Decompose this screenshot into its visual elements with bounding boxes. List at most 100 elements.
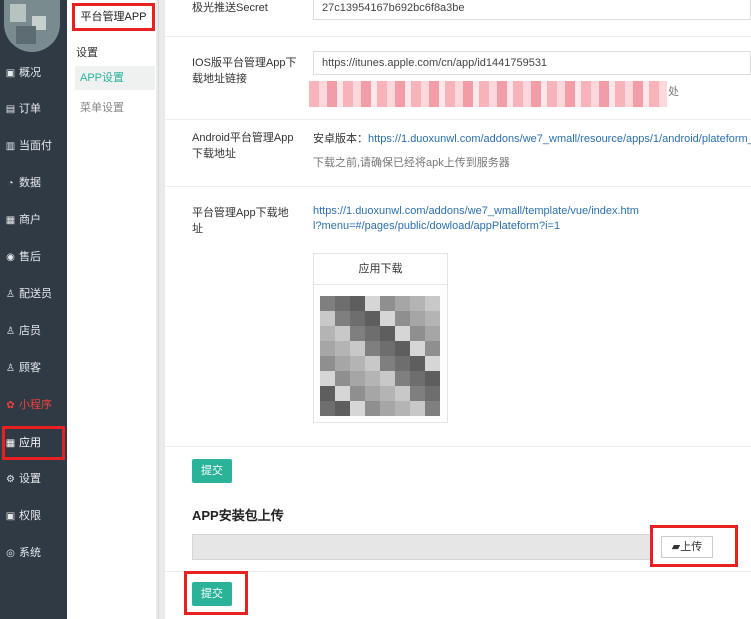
qr-cell [425, 386, 440, 401]
qr-cell [350, 371, 365, 386]
qr-cell [365, 386, 380, 401]
platform-download-link[interactable]: https://1.duoxunwl.com/addons/we7_wmall/… [313, 204, 643, 234]
sidebar-item-0[interactable]: ▣ 概况 [0, 61, 67, 85]
qr-cell [335, 371, 350, 386]
qr-cell [365, 311, 380, 326]
sidebar-item-11[interactable]: ⚙ 设置 [0, 467, 67, 491]
system-icon: ◎ [6, 548, 15, 559]
avatar[interactable] [4, 0, 60, 52]
qr-cell [395, 371, 410, 386]
qr-cell [335, 341, 350, 356]
qr-cell [350, 296, 365, 311]
qr-cell [395, 296, 410, 311]
qr-cell [410, 386, 425, 401]
qr-cell [425, 296, 440, 311]
sidebar-item-label: 当面付 [19, 140, 52, 152]
main-sidebar: ▣ 概况 ▤ 订单 ▥ 当面付 ◔ 数据 ▦ 商户 ◉ 售后 ♙ 配送员 ♙ 店员 ♙ 顾客 ✿ 小程序 ▦ 应用 ⚙ 设置 ▣… [0, 0, 67, 619]
form-row-secret: 极光推送Secret 27c13954167b692bc6f8a3be [165, 0, 751, 37]
sidebar-item-3[interactable]: ◔ 数据 [0, 171, 67, 195]
qr-cell [410, 311, 425, 326]
qr-cell [380, 356, 395, 371]
sidebar-item-8[interactable]: ♙ 顾客 [0, 356, 67, 380]
sidebar-item-label: 设置 [19, 473, 41, 485]
qr-cell [335, 296, 350, 311]
qr-cell [365, 401, 380, 416]
submenu-title[interactable]: 平台管理APP [72, 3, 155, 31]
qr-cell [350, 311, 365, 326]
qr-cell [335, 401, 350, 416]
qr-cell [395, 401, 410, 416]
sidebar-item-4[interactable]: ▦ 商户 [0, 208, 67, 232]
sidebar-item-label: 订单 [19, 103, 41, 115]
sidebar-item-12[interactable]: ▣ 权限 [0, 504, 67, 528]
form-row-android: Android平台管理App下载地址 安卓版本：https://1.duoxun… [165, 120, 751, 187]
sidebar-item-7[interactable]: ♙ 店员 [0, 319, 67, 343]
qr-cell [395, 386, 410, 401]
sidebar-item-1[interactable]: ▤ 订单 [0, 97, 67, 121]
folder-icon: ▰ [671, 541, 681, 553]
sidebar-item-13[interactable]: ◎ 系统 [0, 541, 67, 565]
sidebar-item-10[interactable]: ▦ 应用 [2, 426, 65, 460]
upload-section-title: APP安装包上传 [192, 508, 284, 523]
qr-cell [425, 311, 440, 326]
apk-file-path-input[interactable] [192, 534, 662, 560]
gear-icon: ⚙ [6, 474, 15, 485]
secret-input[interactable]: 27c13954167b692bc6f8a3be [313, 0, 751, 20]
platform-label: 平台管理App下载地址 [192, 207, 289, 235]
overview-icon: ▣ [5, 68, 16, 79]
sidebar-item-6[interactable]: ♙ 配送员 [0, 282, 67, 306]
qr-cell [320, 356, 335, 371]
qr-cell [320, 311, 335, 326]
upload-button-label: 上传 [680, 541, 703, 553]
qr-cell [380, 296, 395, 311]
ios-url-input[interactable]: https://itunes.apple.com/cn/app/id144175… [313, 51, 751, 75]
qr-cell [335, 326, 350, 341]
android-label: Android平台管理App下载地址 [192, 132, 294, 160]
sidebar-item-label: 售后 [19, 251, 41, 263]
sidebar-item-5[interactable]: ◉ 售后 [0, 245, 67, 269]
sidebar-item-label: 顾客 [19, 362, 41, 374]
qr-cell [365, 296, 380, 311]
qr-cell [320, 401, 335, 416]
ios-label: IOS版平台管理App下载地址链接 [192, 57, 297, 85]
upload-button[interactable]: ▰上传 [661, 536, 713, 558]
qr-cell [395, 356, 410, 371]
customer-icon: ♙ [6, 363, 15, 374]
qr-cell [380, 401, 395, 416]
qr-cell [320, 386, 335, 401]
clerk-icon: ♙ [6, 326, 15, 337]
android-download-link[interactable]: https://1.duoxunwl.com/addons/we7_wmall/… [368, 133, 751, 145]
submit-upload-button[interactable]: 提交 [192, 582, 232, 606]
sidebar-item-9[interactable]: ✿ 小程序 [0, 393, 67, 417]
qr-cell [410, 401, 425, 416]
qr-cell [365, 326, 380, 341]
secondary-menu: 平台管理APP 设置 APP设置 菜单设置 [67, 0, 157, 619]
form-row-ios: IOS版平台管理App下载地址链接 https://itunes.apple.c… [165, 37, 751, 120]
lock-icon: ▣ [5, 511, 16, 522]
android-hint: 下载之前,请确保已经将apk上传到服务器 [313, 157, 510, 169]
pay-icon: ▥ [5, 141, 16, 152]
qr-cell [350, 401, 365, 416]
qr-cell [365, 341, 380, 356]
qr-cell [395, 311, 410, 326]
sidebar-item-2[interactable]: ▥ 当面付 [0, 134, 67, 158]
secret-label: 极光推送Secret [192, 2, 268, 14]
qr-cell [380, 371, 395, 386]
qr-cell [320, 371, 335, 386]
submenu-group-label: 设置 [76, 47, 98, 59]
qr-cell [395, 326, 410, 341]
qr-cell [350, 356, 365, 371]
submenu-item-app-settings[interactable]: APP设置 [75, 66, 155, 90]
store-icon: ▦ [5, 215, 16, 226]
qr-download-card: 应用下载 [313, 253, 448, 423]
android-download-line: 安卓版本：https://1.duoxunwl.com/addons/we7_w… [313, 130, 751, 146]
chart-icon: ◔ [7, 178, 14, 189]
miniapp-icon: ✿ [6, 400, 15, 411]
qr-cell [380, 386, 395, 401]
sidebar-item-label: 应用 [19, 437, 41, 449]
qr-cell [410, 356, 425, 371]
apps-icon: ▦ [5, 438, 16, 449]
submit-button[interactable]: 提交 [192, 459, 232, 483]
submenu-item-menu-settings[interactable]: 菜单设置 [80, 99, 124, 115]
sidebar-item-label: 配送员 [19, 288, 52, 300]
